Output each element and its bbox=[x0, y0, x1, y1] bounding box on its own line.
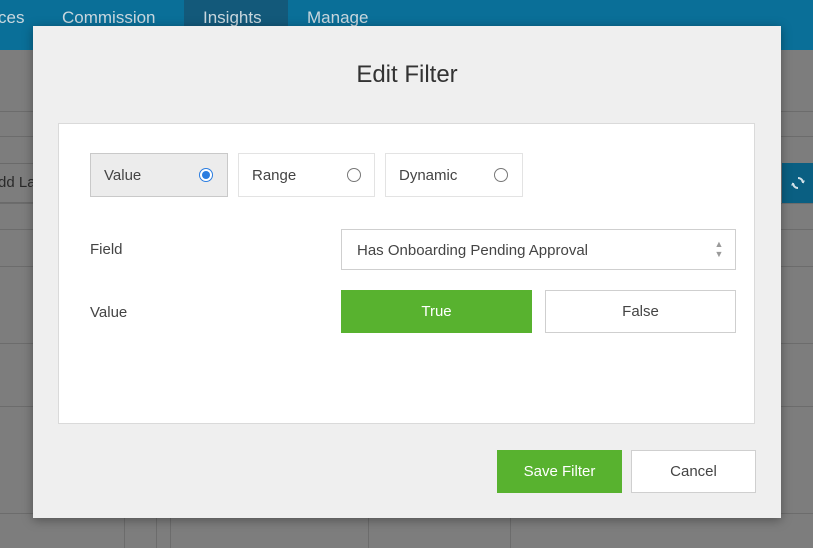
true-button[interactable]: True bbox=[341, 290, 532, 333]
field-select[interactable]: Has Onboarding Pending Approval ▲ ▼ bbox=[341, 229, 736, 270]
nav-item-services[interactable]: ces bbox=[0, 8, 24, 28]
nav-item-insights[interactable]: Insights bbox=[203, 8, 262, 28]
select-arrows-icon: ▲ ▼ bbox=[714, 239, 724, 259]
radio-selected-icon[interactable] bbox=[199, 168, 213, 182]
mode-option-label: Value bbox=[104, 167, 142, 184]
field-label: Field bbox=[90, 241, 123, 258]
refresh-button[interactable] bbox=[782, 163, 813, 203]
radio-unselected-icon[interactable] bbox=[347, 168, 361, 182]
mode-option-value[interactable]: Value bbox=[90, 153, 228, 197]
refresh-icon bbox=[790, 174, 805, 191]
value-label: Value bbox=[90, 304, 128, 321]
field-select-value: Has Onboarding Pending Approval bbox=[357, 242, 588, 259]
radio-unselected-icon[interactable] bbox=[494, 168, 508, 182]
save-filter-button[interactable]: Save Filter bbox=[497, 450, 622, 493]
modal-title: Edit Filter bbox=[356, 61, 458, 88]
mode-option-label: Dynamic bbox=[399, 167, 458, 184]
nav-item-commission[interactable]: Commission bbox=[62, 8, 156, 28]
bg-add-label: dd La bbox=[0, 174, 36, 191]
filter-panel: Value Range Dynamic Field Has Onboarding… bbox=[58, 123, 755, 424]
edit-filter-modal: Edit Filter Value Range Dynamic Field Ha… bbox=[33, 26, 781, 518]
mode-option-label: Range bbox=[252, 167, 297, 184]
false-button[interactable]: False bbox=[545, 290, 736, 333]
mode-option-dynamic[interactable]: Dynamic bbox=[385, 153, 523, 197]
cancel-button[interactable]: Cancel bbox=[631, 450, 756, 493]
mode-option-range[interactable]: Range bbox=[238, 153, 375, 197]
nav-item-manage[interactable]: Manage bbox=[307, 8, 368, 28]
